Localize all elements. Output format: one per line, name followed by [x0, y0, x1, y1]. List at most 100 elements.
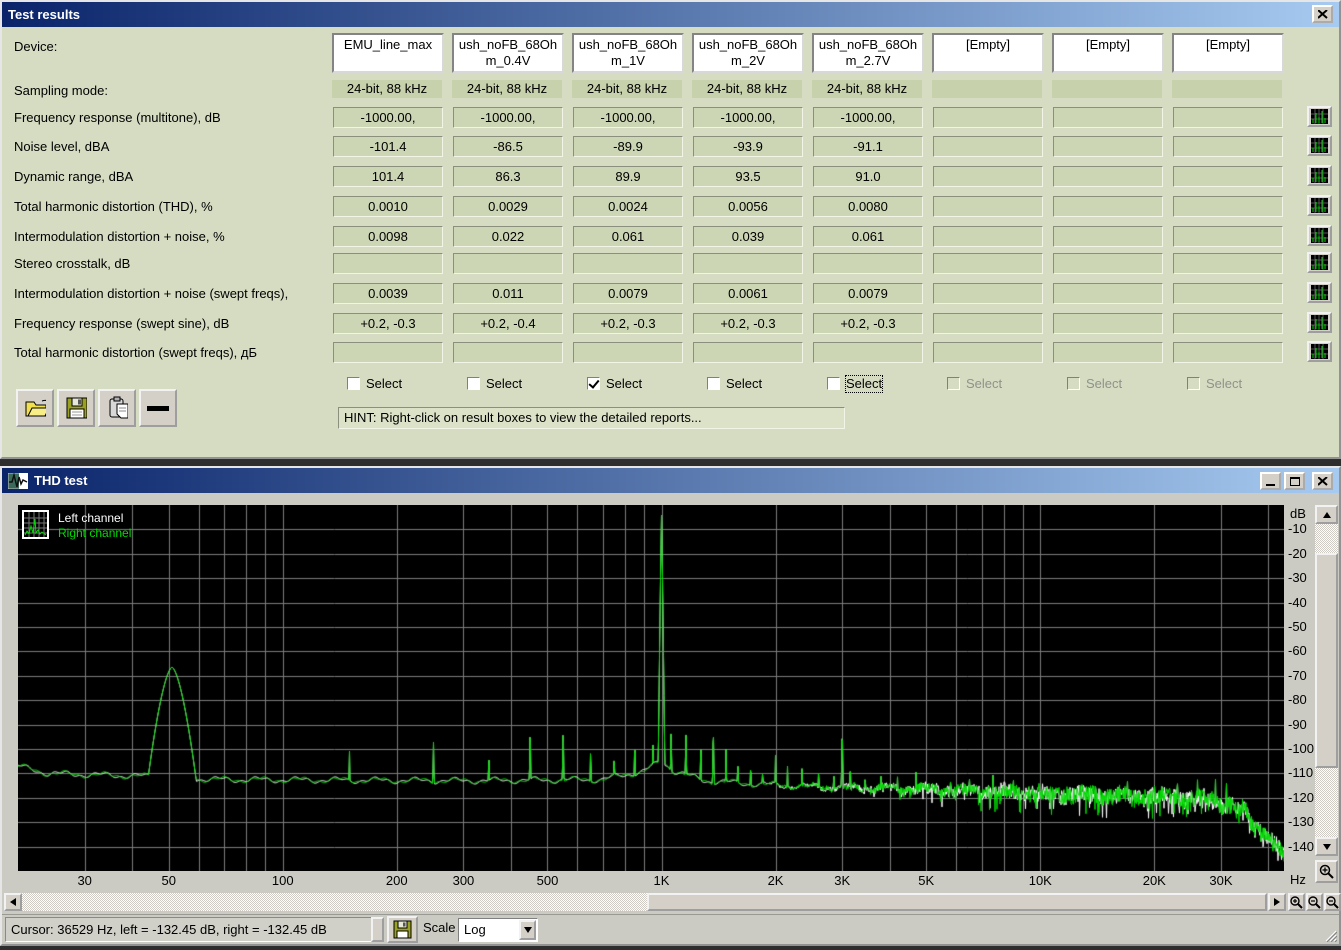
result-value-box[interactable]: +0.2, -0.4	[453, 313, 563, 334]
result-value-box[interactable]	[933, 136, 1043, 157]
combo-dropdown-button[interactable]	[519, 920, 536, 940]
result-value-box[interactable]	[333, 253, 443, 274]
report-chart-button[interactable]	[1307, 195, 1332, 216]
result-value-box[interactable]: -1000.00,	[453, 107, 563, 128]
result-value-box[interactable]	[1173, 342, 1283, 363]
scale-combobox[interactable]: Log	[458, 918, 538, 942]
zoom-out-y-button[interactable]	[1324, 893, 1341, 911]
thd-titlebar[interactable]: THD test	[2, 468, 1339, 493]
result-value-box[interactable]: -1000.00,	[693, 107, 803, 128]
result-value-box[interactable]	[1053, 136, 1163, 157]
v-scroll-thumb[interactable]	[1315, 553, 1338, 768]
result-value-box[interactable]	[453, 342, 563, 363]
result-value-box[interactable]: -1000.00,	[573, 107, 683, 128]
report-chart-button[interactable]	[1307, 165, 1332, 186]
result-value-box[interactable]	[933, 196, 1043, 217]
result-value-box[interactable]: -93.9	[693, 136, 803, 157]
report-chart-button[interactable]	[1307, 135, 1332, 156]
result-value-box[interactable]: +0.2, -0.3	[813, 313, 923, 334]
result-value-box[interactable]	[1173, 226, 1283, 247]
result-value-box[interactable]	[933, 253, 1043, 274]
result-value-box[interactable]: 0.0024	[573, 196, 683, 217]
resize-grip[interactable]	[1324, 929, 1337, 942]
result-value-box[interactable]	[1053, 253, 1163, 274]
minimize-button[interactable]	[1260, 472, 1281, 490]
result-value-box[interactable]: 0.039	[693, 226, 803, 247]
device-name-box[interactable]: [Empty]	[932, 33, 1044, 73]
result-value-box[interactable]: +0.2, -0.3	[333, 313, 443, 334]
report-chart-button[interactable]	[1307, 341, 1332, 362]
result-value-box[interactable]: -86.5	[453, 136, 563, 157]
copy-report-button[interactable]	[98, 389, 136, 427]
select-checkbox[interactable]	[1067, 377, 1080, 390]
result-value-box[interactable]: 0.0080	[813, 196, 923, 217]
device-name-box[interactable]: ush_noFB_68Ohm_2V	[692, 33, 804, 73]
save-report-button[interactable]	[57, 389, 95, 427]
result-value-box[interactable]	[933, 166, 1043, 187]
result-value-box[interactable]: 0.061	[813, 226, 923, 247]
result-value-box[interactable]: 101.4	[333, 166, 443, 187]
result-value-box[interactable]	[453, 253, 563, 274]
result-value-box[interactable]: 0.061	[573, 226, 683, 247]
result-value-box[interactable]	[1053, 283, 1163, 304]
report-chart-button[interactable]	[1307, 282, 1332, 303]
zoom-in-y-button[interactable]	[1315, 860, 1338, 883]
h-scroll-right-button[interactable]	[1268, 893, 1286, 911]
result-value-box[interactable]	[1053, 166, 1163, 187]
device-name-box[interactable]: ush_noFB_68Ohm_0.4V	[452, 33, 564, 73]
select-checkbox[interactable]	[587, 377, 600, 390]
save-image-button[interactable]	[387, 916, 418, 943]
select-checkbox[interactable]	[347, 377, 360, 390]
result-value-box[interactable]: 0.0098	[333, 226, 443, 247]
test-results-titlebar[interactable]: Test results	[2, 2, 1339, 27]
result-value-box[interactable]: 91.0	[813, 166, 923, 187]
result-value-box[interactable]: 0.0079	[813, 283, 923, 304]
h-scroll-left-button[interactable]	[4, 893, 22, 911]
result-value-box[interactable]	[693, 342, 803, 363]
remove-device-button[interactable]	[139, 389, 177, 427]
result-value-box[interactable]: 0.011	[453, 283, 563, 304]
report-chart-button[interactable]	[1307, 106, 1332, 127]
h-scroll-thumb[interactable]	[647, 893, 1267, 911]
result-value-box[interactable]	[813, 253, 923, 274]
result-value-box[interactable]: 86.3	[453, 166, 563, 187]
select-checkbox[interactable]	[467, 377, 480, 390]
result-value-box[interactable]: 0.0010	[333, 196, 443, 217]
report-chart-button[interactable]	[1307, 252, 1332, 273]
result-value-box[interactable]	[333, 342, 443, 363]
select-checkbox[interactable]	[947, 377, 960, 390]
device-name-box[interactable]: ush_noFB_68Ohm_1V	[572, 33, 684, 73]
zoom-out-x-button[interactable]	[1306, 893, 1323, 911]
result-value-box[interactable]: 0.0061	[693, 283, 803, 304]
result-value-box[interactable]	[1053, 226, 1163, 247]
v-scroll-up-button[interactable]	[1315, 505, 1338, 524]
result-value-box[interactable]: 0.0056	[693, 196, 803, 217]
maximize-button[interactable]	[1284, 472, 1305, 490]
spectrum-plot[interactable]	[18, 505, 1284, 871]
select-checkbox[interactable]	[1187, 377, 1200, 390]
result-value-box[interactable]: 0.0039	[333, 283, 443, 304]
device-name-box[interactable]: EMU_line_max	[332, 33, 444, 73]
result-value-box[interactable]	[933, 107, 1043, 128]
result-value-box[interactable]	[1173, 313, 1283, 334]
result-value-box[interactable]	[933, 283, 1043, 304]
result-value-box[interactable]	[1173, 136, 1283, 157]
result-value-box[interactable]	[1053, 313, 1163, 334]
result-value-box[interactable]	[1173, 166, 1283, 187]
result-value-box[interactable]: 0.0029	[453, 196, 563, 217]
result-value-box[interactable]	[1173, 253, 1283, 274]
result-value-box[interactable]	[1053, 196, 1163, 217]
result-value-box[interactable]: 89.9	[573, 166, 683, 187]
result-value-box[interactable]: 0.022	[453, 226, 563, 247]
result-value-box[interactable]	[933, 313, 1043, 334]
report-chart-button[interactable]	[1307, 312, 1332, 333]
partial-button[interactable]	[371, 917, 384, 942]
result-value-box[interactable]: 0.0079	[573, 283, 683, 304]
close-button[interactable]	[1312, 472, 1333, 490]
result-value-box[interactable]	[1173, 196, 1283, 217]
result-value-box[interactable]: +0.2, -0.3	[693, 313, 803, 334]
h-scroll-track[interactable]	[22, 893, 647, 911]
select-checkbox[interactable]	[707, 377, 720, 390]
result-value-box[interactable]	[693, 253, 803, 274]
result-value-box[interactable]	[1053, 107, 1163, 128]
